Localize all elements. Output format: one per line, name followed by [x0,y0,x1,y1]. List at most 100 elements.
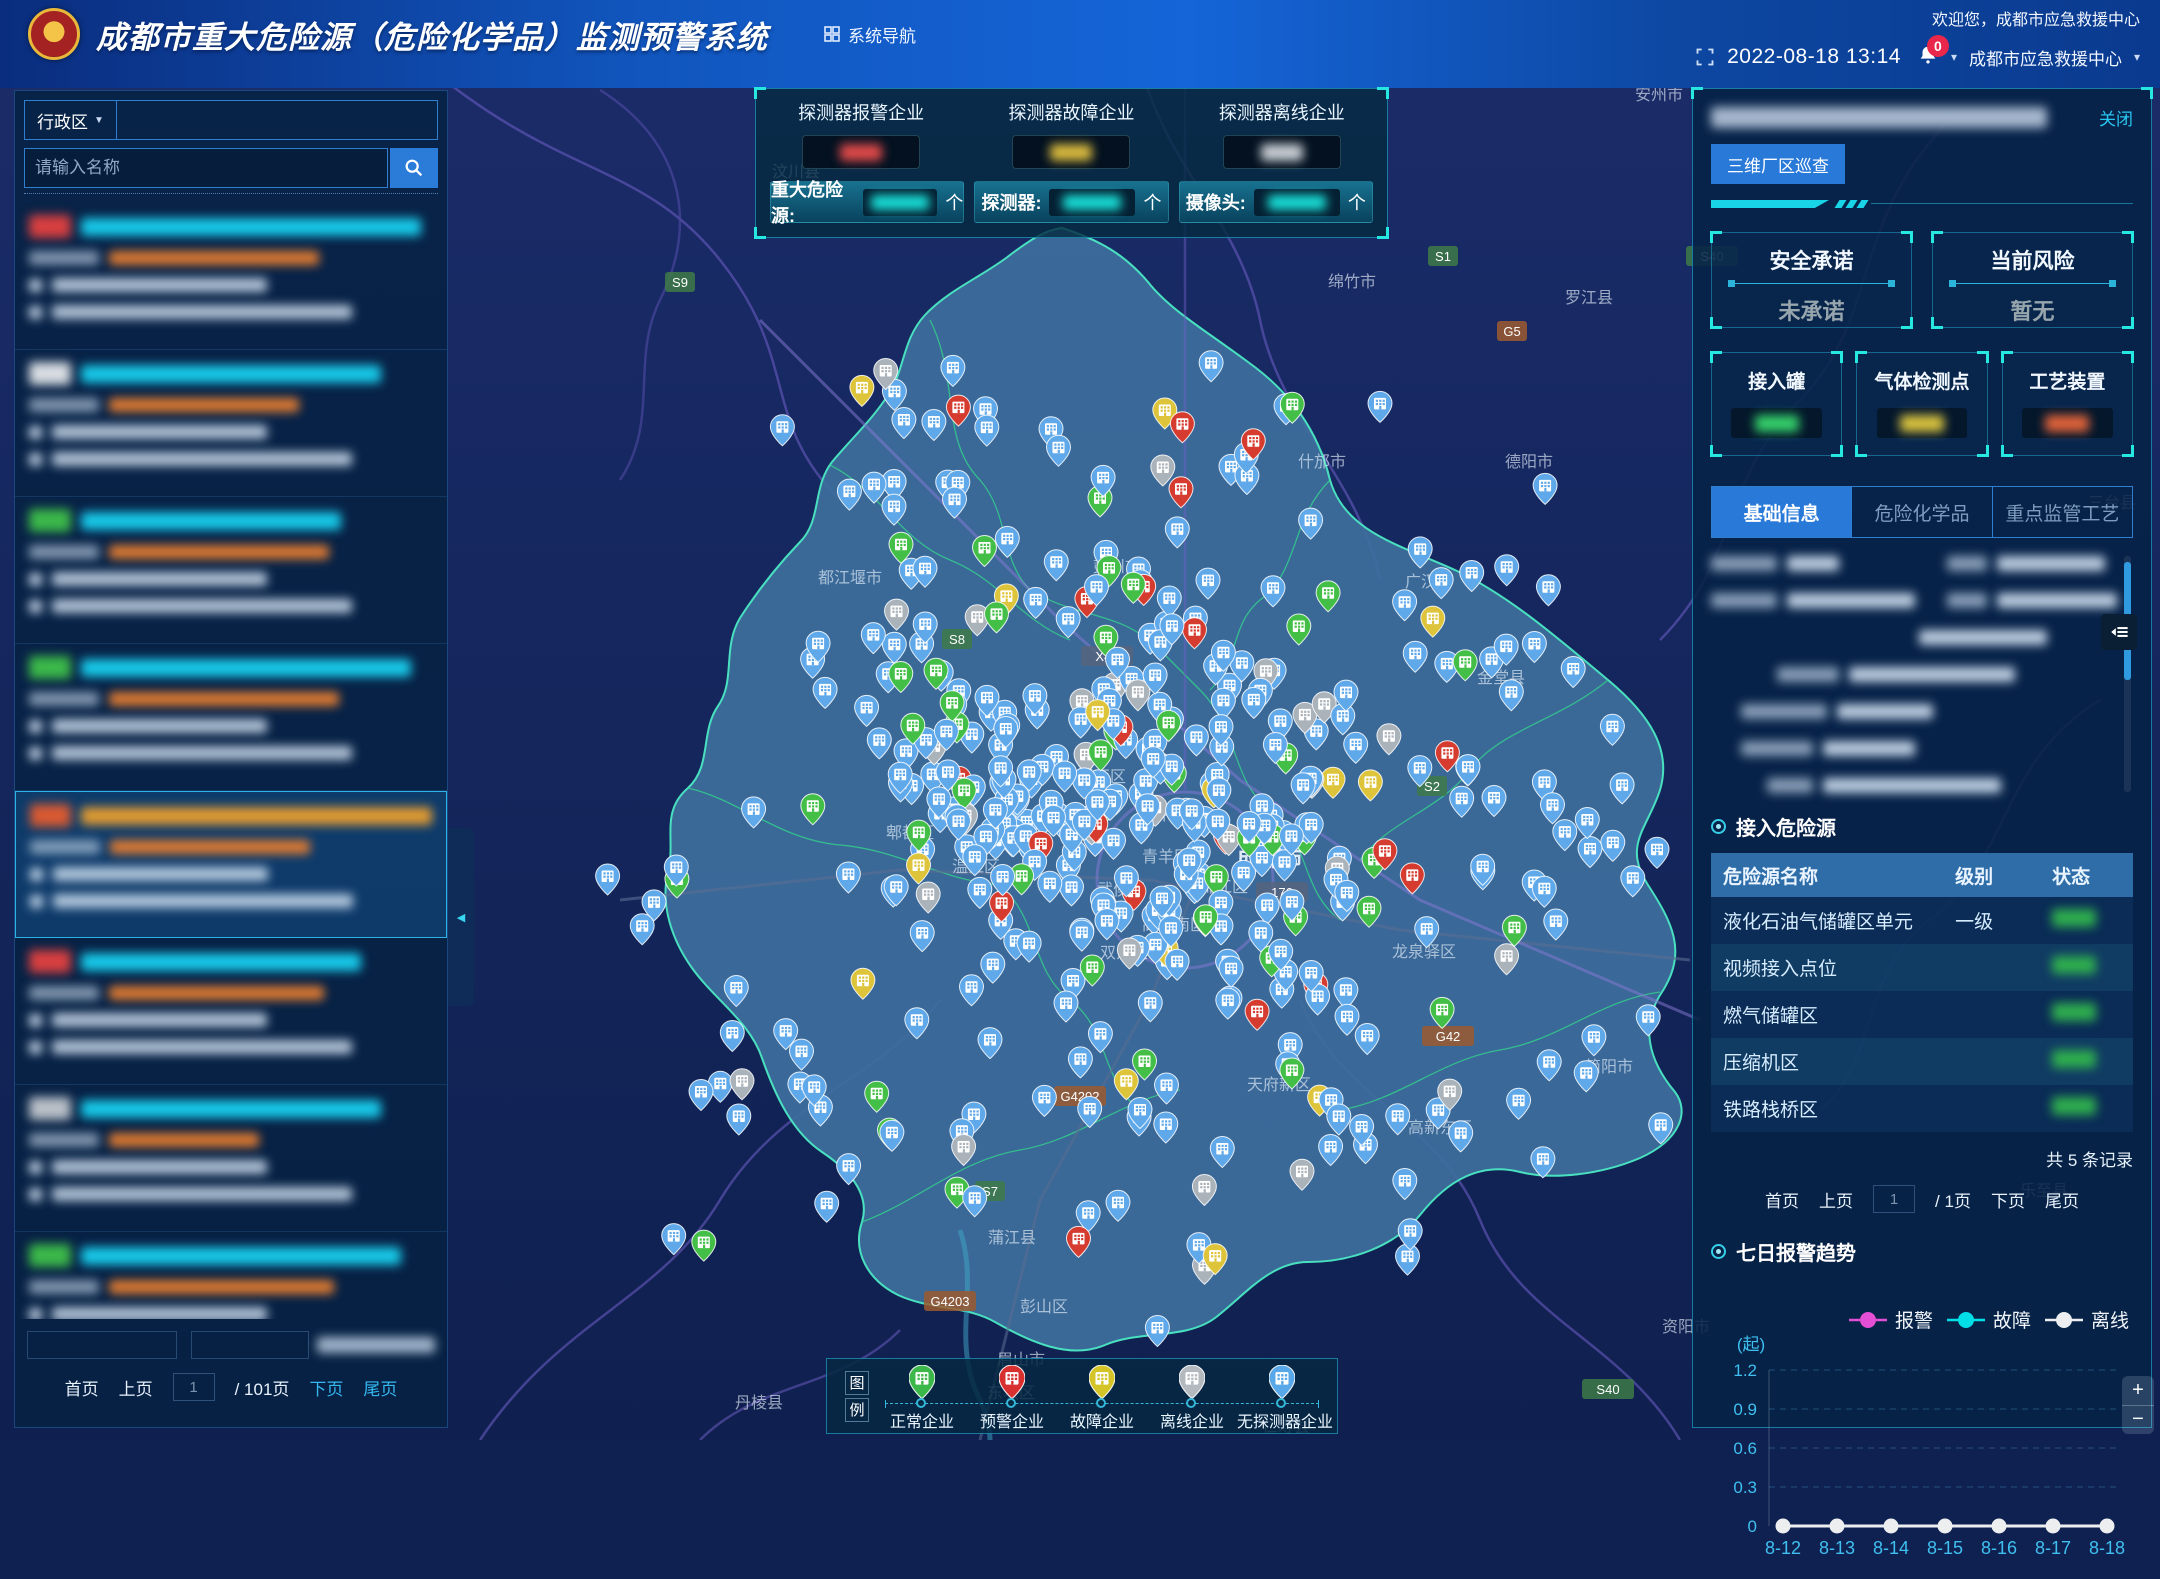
metric-value-redacted [1877,408,1968,438]
svg-text:8-15: 8-15 [1927,1538,1963,1558]
table-row[interactable]: 视频接入点位 [1711,944,2133,991]
fullscreen-icon[interactable] [1695,47,1715,67]
counter-unit: 个 [1348,189,1366,215]
status-badge [29,950,71,973]
page-total: / 1页 [1935,1187,1971,1212]
search-icon [403,157,425,179]
legend-label: 故障企业 [1057,1408,1147,1432]
hazard-level [1943,1038,2040,1085]
table-header: 级别 [1943,853,2040,897]
table-row[interactable]: 燃气储罐区 [1711,991,2133,1038]
region-value-field[interactable] [117,101,437,139]
legend-title: 图例 [837,1365,877,1427]
hazard-name: 压缩机区 [1711,1038,1943,1085]
counter-label: 重大危险源: [771,176,855,228]
zoom-in-button[interactable]: + [2122,1376,2154,1406]
hazard-name: 燃气储罐区 [1711,991,1943,1038]
next-page-link[interactable]: 下页 [1991,1187,2025,1212]
company-name-redacted [81,807,432,825]
bell-caret-icon[interactable]: ▾ [1951,50,1957,64]
company-list-item[interactable] [15,938,447,1085]
map-label: 安州市 [1635,86,1683,104]
company-list-item[interactable] [15,791,447,938]
page-input[interactable]: 1 [173,1373,215,1401]
company-list-item[interactable] [15,644,447,791]
first-page-link[interactable]: 首页 [1765,1187,1799,1212]
hazard-name: 液化石油气储罐区单元 [1711,897,1943,944]
location-icon [29,1041,42,1054]
svg-text:S8: S8 [949,632,965,647]
person-icon [29,1161,42,1174]
legend-label: 预警企业 [967,1408,1057,1432]
risk-label: 当前风险 [1933,245,2132,275]
expand-panel-button[interactable] [2101,614,2137,650]
metric-label: 工艺装置 [2003,367,2132,394]
tab-1[interactable]: 危险化学品 [1852,486,1992,538]
info-scrollbar[interactable] [2124,556,2131,792]
tab-0[interactable]: 基础信息 [1711,486,1852,538]
location-icon [29,453,42,466]
stat-column: 探测器报警企业 [756,99,966,169]
search-button[interactable] [390,148,438,188]
hazard-status-redacted [2040,1038,2133,1085]
next-page-link[interactable]: 下页 [309,1375,343,1400]
search-input[interactable] [24,148,388,188]
legend-label: 正常企业 [877,1408,967,1432]
expand-list-icon [2108,621,2130,643]
svg-text:1.2: 1.2 [1733,1361,1757,1380]
map-pin-icon [967,1365,1057,1399]
table-row[interactable]: 铁路栈桥区 [1711,1085,2133,1132]
region-dropdown[interactable]: 行政区 ▼ [25,101,117,139]
stat-label: 探测器故障企业 [966,99,1176,125]
prev-page-link[interactable]: 上页 [119,1375,153,1400]
last-page-link[interactable]: 尾页 [2045,1187,2079,1212]
notification-bell[interactable]: 0 [1913,44,1939,70]
company-name-redacted [81,659,411,677]
company-list-item[interactable] [15,203,447,350]
metric-box: 气体检测点 [1856,352,1987,456]
page-input[interactable]: 1 [1873,1185,1915,1213]
location-icon [29,306,42,319]
patrol-3d-button[interactable]: 三维厂区巡查 [1711,144,1845,184]
person-icon [30,868,43,881]
company-list-item[interactable] [15,1085,447,1232]
svg-text:0.6: 0.6 [1733,1439,1757,1458]
legend-node [1006,1398,1016,1408]
table-row[interactable]: 液化石油气储罐区单元一级 [1711,897,2133,944]
road-badge: S8 [942,629,972,649]
system-nav[interactable]: 系统导航 [824,22,916,47]
region-filter-row: 行政区 ▼ [24,100,438,140]
company-name-redacted [81,365,381,383]
user-menu[interactable]: 成都市应急救援中心 [1969,45,2122,70]
last-page-link[interactable]: 尾页 [363,1375,397,1400]
prev-page-link[interactable]: 上页 [1819,1187,1853,1212]
promise-value: 未承诺 [1712,294,1911,326]
hazard-level [1943,1085,2040,1132]
legend-label: 无探测器企业 [1237,1408,1327,1432]
company-list-item[interactable] [15,497,447,644]
status-badge [29,656,71,679]
sidebar-collapse-tab[interactable]: ◀ [448,828,474,1006]
company-list-item[interactable] [15,350,447,497]
first-page-link[interactable]: 首页 [65,1375,99,1400]
table-row[interactable]: 压缩机区 [1711,1038,2133,1085]
close-button[interactable]: 关闭 [2099,105,2133,130]
zoom-out-button[interactable]: − [2122,1406,2154,1435]
tab-2[interactable]: 重点监管工艺 [1993,486,2133,538]
stat-value-redacted [802,135,920,169]
map-label: 都江堰市 [818,569,882,587]
road-badge: G4203 [924,1291,976,1311]
company-list-item[interactable] [15,1232,447,1319]
status-badge [29,215,71,238]
road-badge: S9 [665,272,695,292]
legend-node [916,1398,926,1408]
records-count-redacted [317,1337,435,1353]
map-label: 丹棱县 [735,1394,783,1412]
jump-box[interactable] [191,1331,309,1359]
records-total: 共 5 条记录 [1711,1146,2133,1171]
svg-text:离线: 离线 [2091,1310,2129,1332]
user-caret-icon[interactable]: ▾ [2134,50,2140,64]
counter-unit: 个 [945,189,963,215]
page-size-select[interactable] [27,1331,177,1359]
person-icon [29,1308,42,1320]
